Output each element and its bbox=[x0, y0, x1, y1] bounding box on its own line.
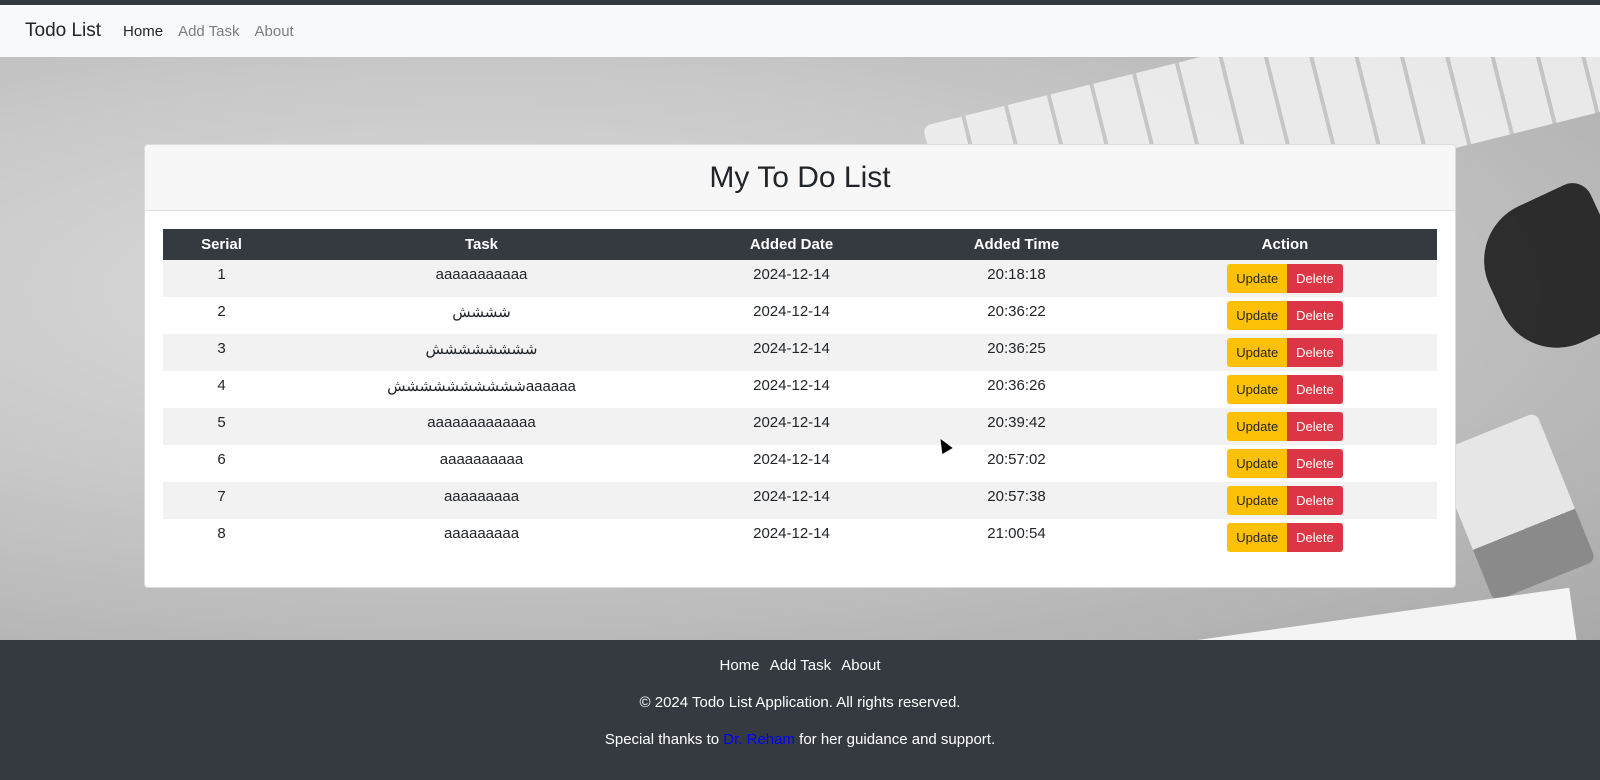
table-row: 1 aaaaaaaaaaa 2024-12-14 20:18:18 Update… bbox=[163, 260, 1437, 297]
update-button[interactable]: Update bbox=[1227, 264, 1288, 293]
cell-serial: 7 bbox=[217, 488, 226, 505]
update-button[interactable]: Update bbox=[1227, 412, 1288, 441]
table-row: 2 شششش 2024-12-14 20:36:22 Update Delete bbox=[163, 297, 1437, 334]
cell-time: 20:36:25 bbox=[987, 340, 1046, 357]
cell-serial: 5 bbox=[217, 414, 226, 431]
notebook-image: 1. 2. bbox=[1074, 587, 1586, 640]
footer-link-home[interactable]: Home bbox=[720, 657, 760, 674]
cell-time: 20:36:22 bbox=[987, 303, 1046, 320]
navbar-brand[interactable]: Todo List bbox=[25, 20, 101, 42]
cell-action: Update Delete bbox=[1133, 519, 1437, 556]
table-row: 8 aaaaaaaaa 2024-12-14 21:00:54 Update De… bbox=[163, 519, 1437, 556]
table-row: 3 شششششششش 2024-12-14 20:36:25 Update Del… bbox=[163, 334, 1437, 371]
stapler-image bbox=[1464, 176, 1600, 368]
cell-task: aaaaaaaaaaa bbox=[435, 266, 528, 283]
delete-button[interactable]: Delete bbox=[1287, 449, 1343, 478]
cell-serial: 4 bbox=[217, 377, 226, 394]
nav-link-home[interactable]: Home bbox=[123, 23, 163, 40]
delete-button[interactable]: Delete bbox=[1287, 523, 1343, 552]
thanks-name: Dr. Reham bbox=[723, 731, 795, 748]
navbar: Todo List Home Add Task About bbox=[0, 5, 1600, 57]
footer: Home Add Task About © 2024 Todo List App… bbox=[0, 640, 1600, 780]
thanks-suffix: for her guidance and support. bbox=[799, 731, 996, 748]
cell-action: Update Delete bbox=[1133, 260, 1437, 297]
card-header: My To Do List bbox=[145, 145, 1455, 211]
cell-time: 20:39:42 bbox=[987, 414, 1046, 431]
cell-serial: 2 bbox=[217, 303, 226, 320]
update-button[interactable]: Update bbox=[1227, 338, 1288, 367]
table-header: Serial Task Added Date Added Time Action bbox=[163, 229, 1437, 260]
col-header-action: Action bbox=[1261, 236, 1309, 253]
delete-button[interactable]: Delete bbox=[1287, 486, 1343, 515]
cell-time: 20:57:02 bbox=[987, 451, 1046, 468]
footer-thanks: Special thanks to Dr. Reham for her guid… bbox=[0, 731, 1600, 748]
cell-task: aaaaaaaaaa bbox=[439, 451, 524, 468]
cell-serial: 8 bbox=[217, 525, 226, 542]
page-title: My To Do List bbox=[709, 160, 891, 194]
footer-nav: Home Add Task About bbox=[0, 657, 1600, 674]
cell-date: 2024-12-14 bbox=[753, 488, 830, 505]
footer-link-add-task[interactable]: Add Task bbox=[770, 657, 831, 674]
update-button[interactable]: Update bbox=[1227, 375, 1288, 404]
cell-time: 20:36:26 bbox=[987, 377, 1046, 394]
cell-date: 2024-12-14 bbox=[753, 340, 830, 357]
todo-card: My To Do List Serial Task Added Date Add… bbox=[144, 144, 1456, 588]
nav-link-add-task[interactable]: Add Task bbox=[178, 23, 239, 40]
col-header-added-date: Added Date bbox=[749, 236, 834, 253]
cell-task: aaaaaaaaaaaaa bbox=[427, 414, 536, 431]
cell-task: aaaaaaaaa bbox=[443, 525, 520, 542]
cell-date: 2024-12-14 bbox=[753, 266, 830, 283]
table-header-row: Serial Task Added Date Added Time Action bbox=[163, 229, 1437, 260]
table-row: 5 aaaaaaaaaaaaa 2024-12-14 20:39:42 Upda… bbox=[163, 408, 1437, 445]
cell-action: Update Delete bbox=[1133, 297, 1437, 334]
update-button[interactable]: Update bbox=[1227, 486, 1288, 515]
col-header-added-time: Added Time bbox=[973, 236, 1060, 253]
cell-action: Update Delete bbox=[1133, 408, 1437, 445]
cell-serial: 6 bbox=[217, 451, 226, 468]
cell-time: 20:57:38 bbox=[987, 488, 1046, 505]
nav-link-about[interactable]: About bbox=[255, 23, 294, 40]
delete-button[interactable]: Delete bbox=[1287, 338, 1343, 367]
delete-button[interactable]: Delete bbox=[1287, 264, 1343, 293]
footer-link-about[interactable]: About bbox=[841, 657, 880, 674]
col-header-task: Task bbox=[464, 236, 499, 253]
delete-button[interactable]: Delete bbox=[1287, 301, 1343, 330]
cell-task: شششششششش bbox=[425, 341, 538, 358]
delete-button[interactable]: Delete bbox=[1287, 375, 1343, 404]
table-row: 6 aaaaaaaaaa 2024-12-14 20:57:02 Update D… bbox=[163, 445, 1437, 482]
cell-serial: 3 bbox=[217, 340, 226, 357]
update-button[interactable]: Update bbox=[1227, 523, 1288, 552]
cell-date: 2024-12-14 bbox=[753, 303, 830, 320]
cell-task: ششششششششششaaaaaa bbox=[387, 378, 576, 395]
cell-time: 21:00:54 bbox=[987, 525, 1046, 542]
table-body: 1 aaaaaaaaaaa 2024-12-14 20:18:18 Update… bbox=[163, 260, 1437, 556]
cell-date: 2024-12-14 bbox=[753, 451, 830, 468]
delete-button[interactable]: Delete bbox=[1287, 412, 1343, 441]
cell-action: Update Delete bbox=[1133, 371, 1437, 408]
cell-action: Update Delete bbox=[1133, 334, 1437, 371]
table-row: 4 ششششششششششaaaaaa 2024-12-14 20:36:26 U… bbox=[163, 371, 1437, 408]
cell-task: aaaaaaaaa bbox=[443, 488, 520, 505]
cell-date: 2024-12-14 bbox=[753, 414, 830, 431]
cell-action: Update Delete bbox=[1133, 482, 1437, 519]
footer-copyright: © 2024 Todo List Application. All rights… bbox=[639, 694, 961, 711]
eraser-image bbox=[1434, 412, 1596, 602]
cell-serial: 1 bbox=[217, 266, 226, 283]
todo-table: Serial Task Added Date Added Time Action… bbox=[163, 229, 1437, 556]
thanks-prefix: Special thanks to bbox=[604, 731, 720, 748]
cell-time: 20:18:18 bbox=[987, 266, 1046, 283]
update-button[interactable]: Update bbox=[1227, 301, 1288, 330]
cell-date: 2024-12-14 bbox=[753, 525, 830, 542]
update-button[interactable]: Update bbox=[1227, 449, 1288, 478]
table-row: 7 aaaaaaaaa 2024-12-14 20:57:38 Update De… bbox=[163, 482, 1437, 519]
cell-action: Update Delete bbox=[1133, 445, 1437, 482]
col-header-serial: Serial bbox=[201, 236, 242, 253]
cell-date: 2024-12-14 bbox=[753, 377, 830, 394]
cell-task: شششش bbox=[452, 304, 511, 321]
